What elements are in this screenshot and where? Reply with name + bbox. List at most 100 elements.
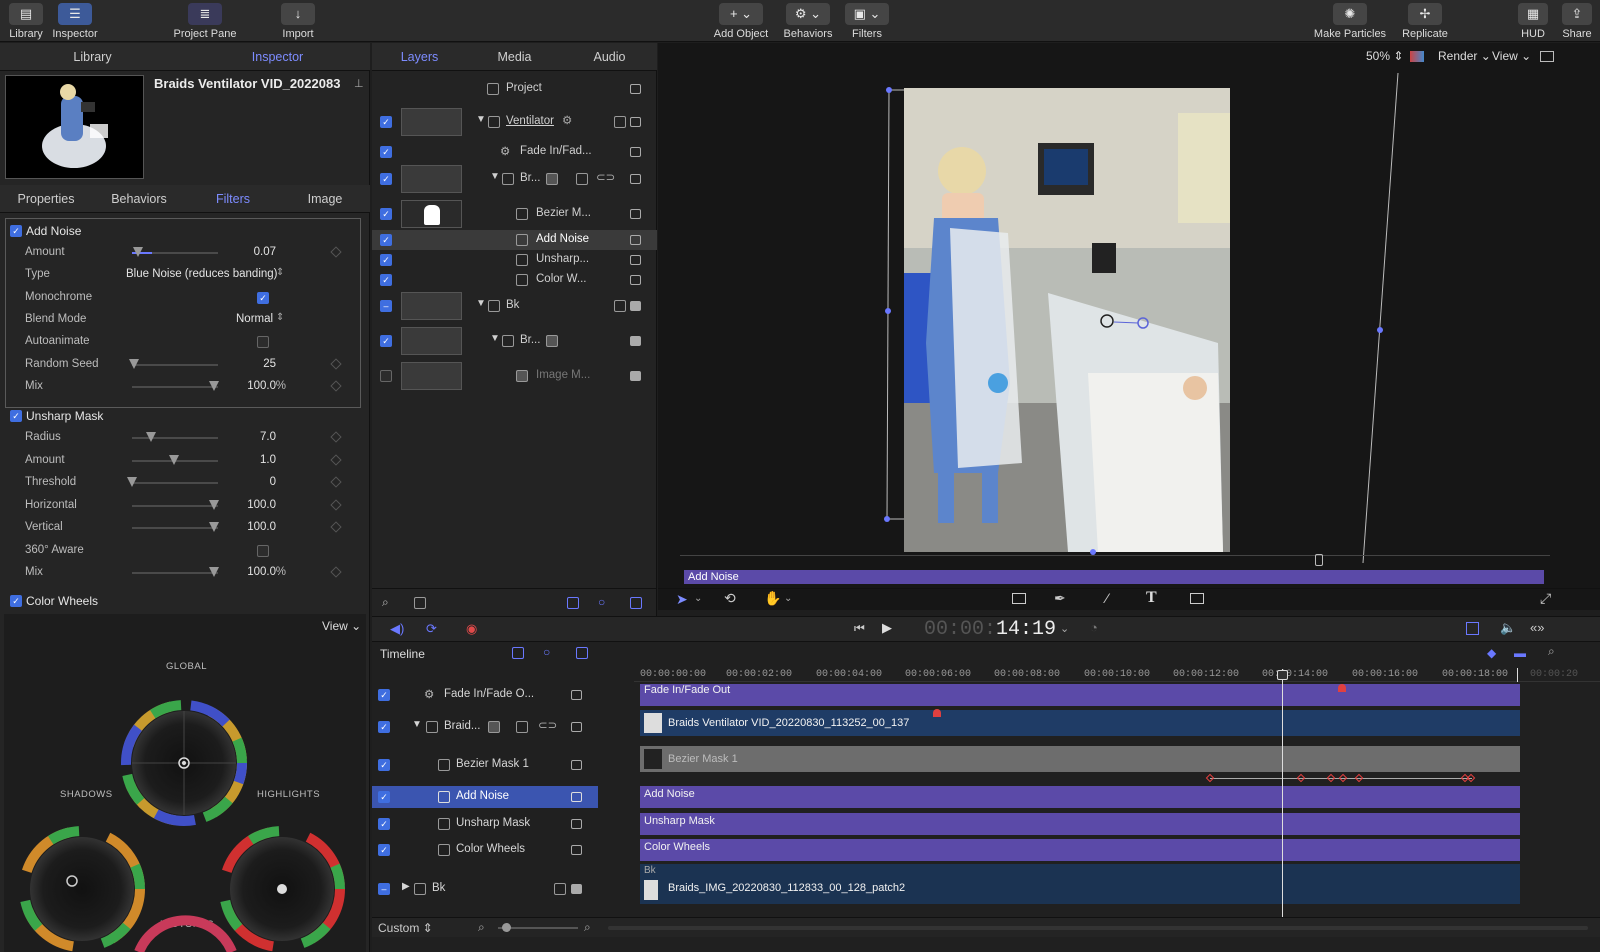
select-arrow-icon[interactable]: ➤ — [676, 591, 688, 608]
layer-row-fade[interactable]: ✓ ⚙ Fade In/Fad... — [372, 141, 657, 163]
audio-playback-icon[interactable]: ◀) — [390, 621, 404, 637]
unsharp-mix-slider[interactable] — [132, 567, 219, 577]
lock-icon[interactable] — [571, 819, 582, 829]
group-mode-icon[interactable] — [614, 300, 626, 312]
keyframe-icon[interactable] — [330, 380, 342, 392]
disclosure-triangle-icon[interactable]: ▼ — [490, 333, 500, 344]
filters-button[interactable]: ▣ ⌄ Filters — [844, 3, 890, 40]
tab-properties[interactable]: Properties — [0, 185, 92, 213]
lock-icon[interactable] — [571, 690, 582, 700]
unsharp-amount-slider[interactable] — [132, 455, 218, 465]
layer-row-color-wheels[interactable]: ✓ Color W... — [372, 270, 657, 290]
tab-inspector[interactable]: Inspector — [185, 43, 370, 71]
timeline-visibility-checkbox[interactable]: ✓ — [378, 689, 390, 701]
timeline-row-unsharp[interactable]: ✓ Unsharp Mask — [372, 813, 598, 835]
timeline-visibility-checkbox[interactable]: ✓ — [378, 759, 390, 771]
color-wheels-enable-checkbox[interactable]: ✓ — [10, 595, 22, 607]
unsharp-mix-value[interactable]: 100.0 — [247, 566, 276, 578]
layer-row-br1[interactable]: ✓ ▼ Br... ⊂⊃ — [372, 163, 657, 195]
out-point-marker[interactable] — [1517, 668, 1518, 682]
layer-row-image-mask[interactable]: Image M... — [372, 360, 657, 392]
disclosure-triangle-icon[interactable]: ▼ — [476, 298, 486, 309]
timeline-bar-add-noise[interactable]: Add Noise — [640, 786, 1520, 808]
threshold-slider[interactable] — [127, 477, 218, 487]
add-object-button[interactable]: + ⌄ Add Object — [710, 3, 772, 40]
timeline-bar-braids-vid[interactable]: Braids Ventilator VID_20220830_113252_00… — [640, 710, 1520, 736]
keyframe-marker[interactable] — [1296, 773, 1306, 783]
library-button[interactable]: ▤ Library — [8, 3, 44, 40]
keyframe-icon[interactable] — [330, 246, 342, 258]
layer-visibility-checkbox[interactable]: ✓ — [380, 274, 392, 286]
lock-icon[interactable] — [571, 845, 582, 855]
inspector-button[interactable]: ☰ Inspector — [50, 3, 100, 40]
layer-row-br2[interactable]: ✓ ▼ Br... — [372, 325, 657, 357]
timeline-bar-fade[interactable]: Fade In/Fade Out — [640, 684, 1520, 706]
audio-icon[interactable]: 🔈 — [1500, 620, 1516, 636]
layer-visibility-checkbox[interactable]: ✓ — [380, 335, 392, 347]
keyframe-icon[interactable] — [330, 358, 342, 370]
layer-row-project[interactable]: Project — [372, 76, 657, 102]
highlights-wheel[interactable] — [219, 826, 345, 952]
lock-icon[interactable] — [630, 209, 641, 219]
chevron-down-icon[interactable]: ⌄ — [1060, 622, 1069, 635]
lock-icon[interactable] — [571, 884, 582, 894]
midtones-wheel[interactable] — [134, 915, 237, 952]
layer-visibility-checkbox[interactable]: ✓ — [380, 116, 392, 128]
playback-speed-icon[interactable]: ◔ — [1090, 620, 1098, 635]
play-button[interactable]: ▶ — [882, 620, 892, 636]
timeline-bar-bezier[interactable]: Bezier Mask 1 — [640, 746, 1520, 772]
mask-mode-icon[interactable] — [516, 721, 528, 733]
show-layers-icon[interactable] — [512, 647, 524, 659]
loop-icon[interactable]: ⟳ — [426, 621, 437, 637]
autoanimate-checkbox[interactable] — [257, 336, 269, 348]
timeline-visibility-checkbox[interactable]: ✓ — [378, 791, 390, 803]
noise-type-popup[interactable]: Blue Noise (reduces banding) — [126, 268, 278, 280]
keyframe-marker[interactable] — [1354, 773, 1364, 783]
keyframe-nav-icon[interactable]: «» — [1530, 620, 1544, 635]
layer-row-add-noise[interactable]: ✓ Add Noise — [372, 230, 657, 250]
layer-visibility-checkbox[interactable] — [380, 370, 392, 382]
paint-stroke-icon[interactable]: ⁄ — [1106, 590, 1108, 606]
group-mode-icon[interactable] — [554, 883, 566, 895]
tab-image[interactable]: Image — [280, 185, 370, 213]
behavior-gear-icon[interactable]: ⚙ — [562, 113, 572, 127]
disclosure-triangle-icon[interactable]: ▼ — [476, 114, 486, 125]
keyframe-marker[interactable] — [1326, 773, 1336, 783]
zoom-search-icon[interactable]: ⌕ — [1548, 644, 1555, 659]
layer-visibility-checkbox[interactable]: ✓ — [380, 146, 392, 158]
lock-icon[interactable] — [630, 275, 641, 285]
lock-icon[interactable] — [630, 117, 641, 127]
random-seed-slider[interactable] — [129, 359, 218, 369]
lock-icon[interactable] — [630, 371, 641, 381]
timeline-playhead[interactable] — [1282, 669, 1283, 917]
zoom-in-icon[interactable]: ⌕ — [584, 920, 591, 935]
layer-row-bk[interactable]: – ▼ Bk — [372, 290, 657, 322]
layer-visibility-checkbox[interactable]: ✓ — [380, 234, 392, 246]
link-icon[interactable]: ⊂⊃ — [596, 170, 615, 184]
timeline-row-fade[interactable]: ✓ ⚙ Fade In/Fade O... — [372, 684, 598, 706]
monochrome-checkbox[interactable]: ✓ — [257, 292, 269, 304]
unsharp-enable-checkbox[interactable]: ✓ — [10, 410, 22, 422]
timeline-visibility-checkbox[interactable]: – — [378, 883, 390, 895]
timecode-display[interactable]: 00:00:14:19 — [924, 618, 1056, 641]
horizontal-slider[interactable] — [132, 500, 219, 510]
marker-icon[interactable] — [933, 709, 941, 717]
keyframe-icon[interactable] — [330, 521, 342, 533]
timeline-bar-bk-group[interactable]: Bk Braids_IMG_20220830_112833_00_128_pat… — [640, 864, 1520, 904]
radius-slider[interactable] — [132, 432, 218, 442]
bezier-pen-icon[interactable]: ✒ — [1054, 590, 1066, 607]
fullscreen-expand-icon[interactable]: ⤢ — [1540, 590, 1551, 607]
noise-amount-slider[interactable] — [132, 247, 218, 257]
record-icon[interactable]: ◉ — [466, 621, 477, 637]
timeline-row-add-noise[interactable]: ✓ Add Noise — [372, 786, 598, 808]
threshold-value[interactable]: 0 — [270, 476, 276, 488]
link-icon[interactable]: ⊂⊃ — [538, 718, 557, 732]
blend-mode-popup[interactable]: Normal — [236, 313, 273, 325]
show-behaviors-icon[interactable]: ○ — [598, 595, 605, 609]
shape-tool-icon[interactable] — [1012, 593, 1026, 604]
layer-row-ventilator[interactable]: ✓ ▼ Ventilator ⚙ — [372, 106, 657, 138]
layer-visibility-checkbox[interactable]: ✓ — [380, 254, 392, 266]
noise-mix-value[interactable]: 100.0 — [247, 380, 276, 392]
chevron-down-icon[interactable]: ⌄ — [694, 593, 702, 604]
layer-row-unsharp[interactable]: ✓ Unsharp... — [372, 250, 657, 270]
